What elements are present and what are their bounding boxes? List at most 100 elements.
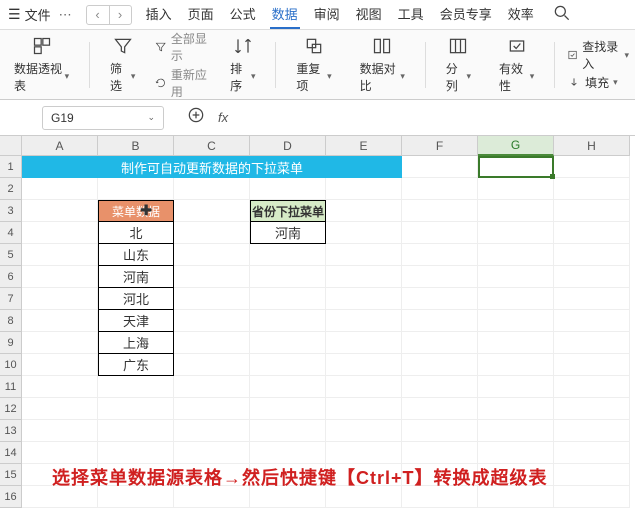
tab-member[interactable]: 会员专享 xyxy=(438,0,494,29)
menu-data-cell[interactable]: 河南 xyxy=(98,266,174,288)
cell[interactable] xyxy=(478,442,554,464)
cell[interactable] xyxy=(478,266,554,288)
row-head-1[interactable]: 1 xyxy=(0,156,22,178)
cell[interactable] xyxy=(326,376,402,398)
cell[interactable] xyxy=(478,200,554,222)
cell[interactable] xyxy=(554,486,630,508)
tab-eff[interactable]: 效率 xyxy=(506,0,536,29)
menu-data-cell[interactable]: 广东 xyxy=(98,354,174,376)
col-head-H[interactable]: H xyxy=(554,136,630,156)
cell[interactable] xyxy=(174,288,250,310)
nav-back[interactable]: ‹ xyxy=(87,6,109,24)
row-head-3[interactable]: 3 xyxy=(0,200,22,222)
tab-insert[interactable]: 插入 xyxy=(144,0,174,29)
row-head-9[interactable]: 9 xyxy=(0,332,22,354)
fx-icon[interactable]: fx xyxy=(218,110,228,125)
row-head-11[interactable]: 11 xyxy=(0,376,22,398)
row-head-16[interactable]: 16 xyxy=(0,486,22,508)
row-head-7[interactable]: 7 xyxy=(0,288,22,310)
cell[interactable] xyxy=(554,398,630,420)
menu-data-cell[interactable]: 北✚ xyxy=(98,222,174,244)
cell[interactable] xyxy=(402,200,478,222)
row-head-13[interactable]: 13 xyxy=(0,420,22,442)
cell[interactable] xyxy=(174,310,250,332)
cell[interactable] xyxy=(402,156,478,178)
select-all-corner[interactable] xyxy=(0,136,22,156)
cell[interactable] xyxy=(22,310,98,332)
col-head-E[interactable]: E xyxy=(326,136,402,156)
cell[interactable] xyxy=(174,332,250,354)
cell[interactable] xyxy=(98,200,174,222)
name-box[interactable]: G19⌄ xyxy=(42,106,164,130)
cell[interactable] xyxy=(326,222,402,244)
cell[interactable] xyxy=(326,244,402,266)
dropdown-header[interactable]: 省份下拉菜单 xyxy=(250,200,326,222)
cell[interactable] xyxy=(22,332,98,354)
cell[interactable] xyxy=(402,244,478,266)
tab-page[interactable]: 页面 xyxy=(186,0,216,29)
col-head-B[interactable]: B xyxy=(98,136,174,156)
more-menu[interactable]: ⋯ xyxy=(55,7,76,23)
cell[interactable] xyxy=(478,332,554,354)
nav-fwd[interactable]: › xyxy=(109,6,131,24)
cell[interactable] xyxy=(250,332,326,354)
cell[interactable] xyxy=(22,288,98,310)
cell[interactable] xyxy=(478,354,554,376)
cell[interactable] xyxy=(174,420,250,442)
cell[interactable] xyxy=(22,200,98,222)
cell[interactable] xyxy=(98,398,174,420)
tab-formula[interactable]: 公式 xyxy=(228,0,258,29)
cell[interactable] xyxy=(478,376,554,398)
cell[interactable] xyxy=(250,288,326,310)
cell[interactable] xyxy=(402,288,478,310)
tab-view[interactable]: 视图 xyxy=(354,0,384,29)
tab-review[interactable]: 审阅 xyxy=(312,0,342,29)
cell[interactable] xyxy=(554,376,630,398)
filter-button[interactable]: 筛选▾ xyxy=(102,36,143,94)
col-head-A[interactable]: A xyxy=(22,136,98,156)
find-enter[interactable]: 查找录入▾ xyxy=(567,38,629,72)
cell[interactable] xyxy=(174,354,250,376)
cell[interactable] xyxy=(174,376,250,398)
cell[interactable] xyxy=(174,266,250,288)
validation-button[interactable]: 有效性▾ xyxy=(491,36,542,94)
row-head-10[interactable]: 10 xyxy=(0,354,22,376)
cell[interactable] xyxy=(174,398,250,420)
cell[interactable] xyxy=(250,442,326,464)
file-menu[interactable]: 文件 xyxy=(25,5,51,24)
cell[interactable] xyxy=(402,332,478,354)
cell[interactable] xyxy=(22,442,98,464)
pivot-button[interactable]: 数据透视表▾ xyxy=(6,36,77,94)
cell[interactable] xyxy=(174,222,250,244)
col-head-F[interactable]: F xyxy=(402,136,478,156)
cell[interactable] xyxy=(402,420,478,442)
cell[interactable] xyxy=(98,442,174,464)
col-head-D[interactable]: D xyxy=(250,136,326,156)
cell[interactable] xyxy=(554,420,630,442)
cell[interactable] xyxy=(326,266,402,288)
cell[interactable] xyxy=(98,376,174,398)
cell[interactable] xyxy=(22,266,98,288)
row-head-6[interactable]: 6 xyxy=(0,266,22,288)
cell[interactable] xyxy=(554,288,630,310)
sort-button[interactable]: 排序▾ xyxy=(222,36,263,94)
cell[interactable] xyxy=(22,244,98,266)
cell[interactable] xyxy=(554,464,630,486)
col-head-G[interactable]: G xyxy=(478,136,554,156)
cell[interactable] xyxy=(326,310,402,332)
cell[interactable] xyxy=(554,310,630,332)
cell[interactable] xyxy=(554,354,630,376)
cell[interactable] xyxy=(250,420,326,442)
cell[interactable] xyxy=(326,200,402,222)
cell[interactable] xyxy=(402,266,478,288)
row-head-4[interactable]: 4 xyxy=(0,222,22,244)
cell[interactable] xyxy=(174,244,250,266)
cell[interactable] xyxy=(402,398,478,420)
cell[interactable] xyxy=(326,288,402,310)
show-all[interactable]: 全部显示 xyxy=(155,30,210,64)
menu-data-cell[interactable]: 天津 xyxy=(98,310,174,332)
tab-data[interactable]: 数据 xyxy=(270,0,300,29)
cell[interactable] xyxy=(402,178,478,200)
title-cell[interactable]: 制作可自动更新数据的下拉菜单 xyxy=(22,156,402,178)
cell[interactable] xyxy=(478,178,554,200)
